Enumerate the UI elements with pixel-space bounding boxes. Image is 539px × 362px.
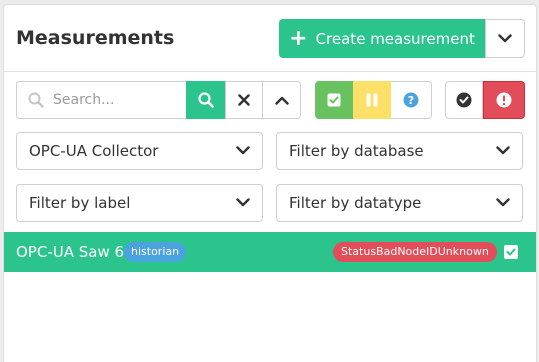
label-badge: historian <box>124 242 187 262</box>
search-icon <box>28 92 44 112</box>
datatype-select-value: Filter by datatype <box>289 194 422 212</box>
check-circle-icon <box>456 92 472 108</box>
chevron-down-icon <box>236 198 250 207</box>
list-item[interactable]: OPC-UA Saw 6 historian StatusBadNodeIDUn… <box>4 232 536 272</box>
filter-error-button[interactable] <box>483 81 525 119</box>
status-badge: StatusBadNodeIDUnknown <box>333 242 497 262</box>
database-select[interactable]: Filter by database <box>276 132 523 170</box>
create-measurement-label: Create measurement <box>315 29 475 48</box>
check-square-icon <box>327 93 341 107</box>
create-measurement-button[interactable]: + Create measurement <box>279 19 485 58</box>
chevron-down-icon <box>496 146 510 155</box>
search-input[interactable] <box>53 82 183 118</box>
svg-text:?: ? <box>408 94 414 107</box>
create-options-dropdown-button[interactable] <box>485 19 525 58</box>
page-title: Measurements <box>16 27 175 49</box>
clear-icon <box>238 94 250 106</box>
filter-unknown-button[interactable]: ? <box>391 81 432 119</box>
filter-ok-button[interactable] <box>445 81 483 119</box>
search-box <box>16 81 186 119</box>
exclamation-circle-icon <box>496 92 512 108</box>
collector-select[interactable]: OPC-UA Collector <box>16 132 263 170</box>
chevron-down-icon <box>498 34 512 43</box>
search-icon <box>197 92 214 108</box>
collapse-button[interactable] <box>263 81 301 119</box>
search-button[interactable] <box>186 81 225 119</box>
question-circle-icon: ? <box>403 92 419 108</box>
collector-select-value: OPC-UA Collector <box>29 142 159 160</box>
measurement-name: OPC-UA Saw 6 <box>16 243 125 261</box>
datatype-select[interactable]: Filter by datatype <box>276 184 523 222</box>
plus-icon: + <box>289 25 308 51</box>
chevron-down-icon <box>236 146 250 155</box>
chevron-down-icon <box>496 198 510 207</box>
label-select-value: Filter by label <box>29 194 131 212</box>
measurements-panel: Measurements + Create measurement ? <box>3 4 537 362</box>
label-select[interactable]: Filter by label <box>16 184 263 222</box>
row-checkbox[interactable] <box>504 245 518 259</box>
pause-icon <box>366 93 378 107</box>
clear-search-button[interactable] <box>225 81 263 119</box>
database-select-value: Filter by database <box>289 142 424 160</box>
filter-paused-button[interactable] <box>353 81 391 119</box>
chevron-up-icon <box>274 96 289 105</box>
filter-enabled-button[interactable] <box>315 81 353 119</box>
check-icon <box>506 248 516 256</box>
panel-header: Measurements + Create measurement <box>4 5 536 72</box>
